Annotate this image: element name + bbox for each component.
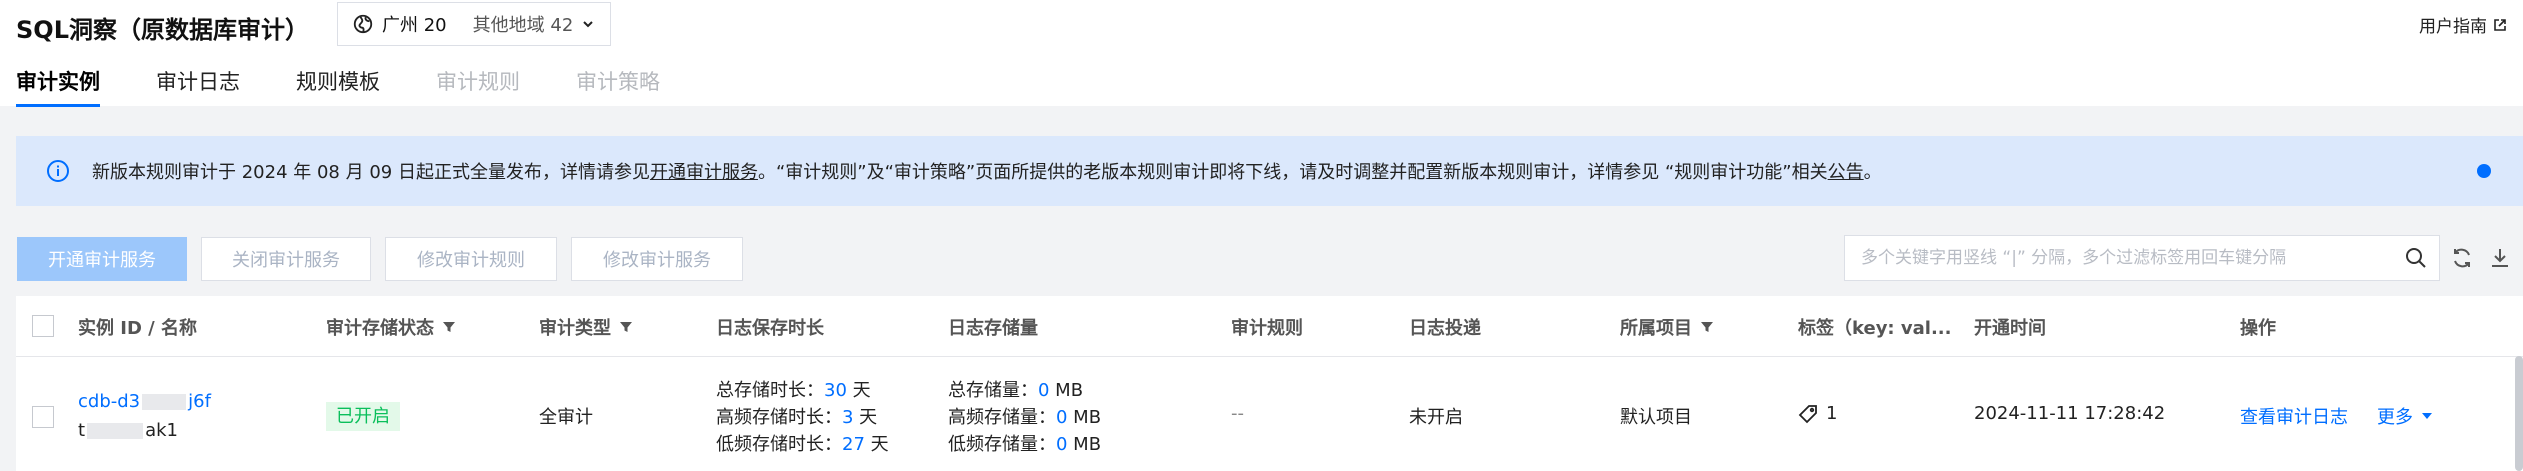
modify-rule-button[interactable]: 修改审计规则 <box>385 237 557 281</box>
project-name: 默认项目 <box>1620 407 1692 428</box>
select-all-checkbox[interactable] <box>32 315 54 337</box>
col-ops: 操作 <box>2240 318 2276 339</box>
col-project: 所属项目 <box>1620 314 1714 340</box>
tab-audit-instance[interactable]: 审计实例 <box>16 66 100 107</box>
disable-audit-button[interactable]: 关闭审计服务 <box>201 237 371 281</box>
download-icon[interactable] <box>2488 246 2512 270</box>
col-storage-status: 审计存储状态 <box>326 314 456 340</box>
filter-icon[interactable] <box>1700 320 1714 334</box>
chevron-down-icon <box>583 21 593 28</box>
tab-audit-policy: 审计策略 <box>576 70 660 94</box>
notice-banner: 新版本规则审计于 2024 年 08 月 09 日起正式全量发布，详情请参见 开… <box>16 136 2523 206</box>
notice-link-announcement[interactable]: 公告 <box>1828 158 1864 184</box>
row-checkbox[interactable] <box>32 406 54 428</box>
col-rule: 审计规则 <box>1231 318 1303 339</box>
audit-rule-value: -- <box>1231 403 1244 424</box>
user-guide-label: 用户指南 <box>2419 17 2487 37</box>
notice-text-3: 。 <box>1863 162 1882 183</box>
external-link-icon <box>2494 18 2506 31</box>
col-delivery: 日志投递 <box>1409 318 1481 339</box>
tags-cell[interactable]: 1 <box>1798 403 1837 424</box>
tab-rule-template[interactable]: 规则模板 <box>296 66 380 107</box>
tab-audit-rule: 审计规则 <box>436 70 520 94</box>
tag-icon <box>1798 404 1817 423</box>
storage-hot: 高频存储量：0 MB <box>948 407 1102 428</box>
region-current: 广州 20 <box>382 15 447 36</box>
col-retention: 日志保存时长 <box>716 318 824 339</box>
modify-service-button[interactable]: 修改审计服务 <box>571 237 743 281</box>
tags-count: 1 <box>1826 403 1838 424</box>
more-actions-dropdown[interactable]: 更多 <box>2377 403 2433 429</box>
enable-audit-button[interactable]: 开通审计服务 <box>17 237 187 281</box>
region-others: 其他地域 42 <box>472 15 574 36</box>
globe-icon <box>353 14 373 34</box>
audit-type: 全审计 <box>539 407 593 428</box>
col-audit-type: 审计类型 <box>539 314 633 340</box>
search-icon[interactable] <box>2405 247 2427 269</box>
retention-total: 总存储时长：30 天 <box>716 380 871 401</box>
caret-down-icon <box>2422 413 2432 419</box>
view-audit-log-link[interactable]: 查看审计日志 <box>2240 403 2348 429</box>
tab-bar: 审计实例 审计日志 规则模板 审计规则 审计策略 <box>16 66 716 107</box>
region-selector[interactable]: 广州 20 其他地域 42 <box>337 2 611 46</box>
notice-dot <box>2477 164 2491 178</box>
redacted-mask <box>87 423 144 439</box>
search-input[interactable] <box>1845 236 2403 280</box>
retention-cold: 低频存储时长：27 天 <box>716 434 889 455</box>
col-storage: 日志存储量 <box>948 318 1038 339</box>
storage-status-badge: 已开启 <box>326 402 400 431</box>
notice-link-enable-service[interactable]: 开通审计服务 <box>650 158 758 184</box>
redacted-mask <box>142 394 187 410</box>
search-box <box>1844 235 2440 281</box>
filter-icon[interactable] <box>619 320 633 334</box>
page-title: SQL洞察（原数据库审计） <box>16 16 309 44</box>
notice-text-1: 新版本规则审计于 2024 年 08 月 09 日起正式全量发布，详情请参见 <box>92 162 650 183</box>
storage-cold: 低频存储量：0 MB <box>948 434 1102 455</box>
user-guide-link[interactable]: 用户指南 <box>2419 12 2507 37</box>
col-tags: 标签（key: val... <box>1798 318 1952 339</box>
notice-text-2: 。“审计规则”及“审计策略”页面所提供的老版本规则审计即将下线，请及时调整并配置… <box>757 162 1828 183</box>
table-header: 实例 ID / 名称 审计存储状态 审计类型 日志保存时长 日志存储量 审计规则… <box>16 296 2523 357</box>
storage-total: 总存储量：0 MB <box>948 380 1084 401</box>
open-time: 2024-11-11 17:28:42 <box>1974 403 2166 424</box>
tab-audit-log[interactable]: 审计日志 <box>156 66 240 107</box>
scrollbar-thumb[interactable] <box>2515 356 2523 471</box>
instance-table: 实例 ID / 名称 审计存储状态 审计类型 日志保存时长 日志存储量 审计规则… <box>16 296 2523 471</box>
filter-icon[interactable] <box>442 320 456 334</box>
instance-name: t ak1 <box>78 420 178 441</box>
instance-id-link[interactable]: cdb-d3 j6f <box>78 391 211 412</box>
log-delivery-status: 未开启 <box>1409 407 1463 428</box>
info-icon <box>47 160 69 182</box>
col-open-time: 开通时间 <box>1974 318 2046 339</box>
col-instance: 实例 ID / 名称 <box>78 318 198 339</box>
refresh-icon[interactable] <box>2450 246 2474 270</box>
retention-hot: 高频存储时长：3 天 <box>716 407 878 428</box>
